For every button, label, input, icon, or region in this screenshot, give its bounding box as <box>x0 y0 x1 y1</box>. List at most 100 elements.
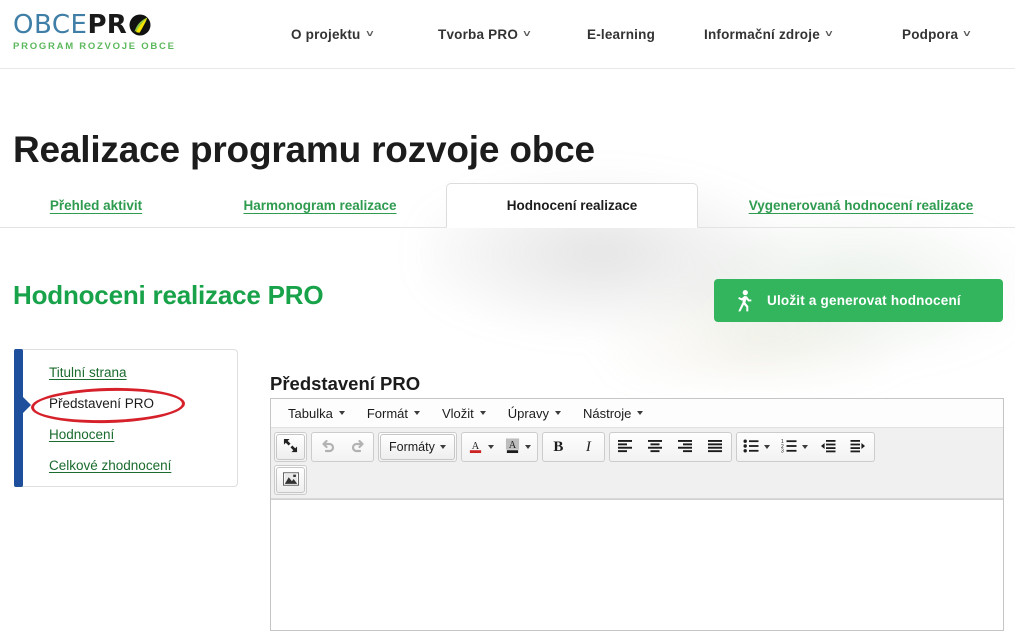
tab-prehled-aktivit[interactable]: Přehled aktivit <box>14 183 178 228</box>
background-color-button[interactable]: A <box>500 434 536 460</box>
formats-dropdown-button[interactable]: Formáty <box>380 434 455 460</box>
svg-text:3: 3 <box>781 448 784 452</box>
align-center-icon <box>647 439 663 456</box>
menu-format[interactable]: Formát <box>358 402 429 425</box>
menu-upravy[interactable]: Úpravy <box>499 402 570 425</box>
numbered-list-button[interactable]: 1 2 3 <box>776 434 813 460</box>
nav-item-o-projektu[interactable]: O projektu ˅ <box>291 27 373 42</box>
nav-item-podpora[interactable]: Podpora ˅ <box>902 27 971 42</box>
rich-text-editor: Tabulka Formát Vložit Úpravy Nástroje Fo… <box>270 398 1004 631</box>
menu-vlozit[interactable]: Vložit <box>433 402 495 425</box>
logo-wordmark: OBCE PR <box>13 10 193 40</box>
toolbar-row-2 <box>274 465 1000 495</box>
undo-icon <box>320 438 336 457</box>
sidebar-progress-rail <box>14 349 23 487</box>
chevron-down-icon: ˅ <box>523 28 531 40</box>
logo-text-pro: PR <box>87 10 127 40</box>
chevron-down-icon <box>801 445 808 449</box>
nav-label: O projektu <box>291 27 361 42</box>
outdent-icon <box>820 439 836 456</box>
chevron-down-icon <box>439 445 446 449</box>
sidebar-item-label: Titulní strana <box>49 365 127 380</box>
undo-button[interactable] <box>313 434 342 460</box>
chevron-down-icon <box>413 411 420 415</box>
toolbar-group-colors: A A <box>460 432 538 462</box>
menu-label: Nástroje <box>582 405 632 421</box>
chevron-down-icon <box>487 445 494 449</box>
sidebar-list: Titulní strana Představení PRO Hodnocení… <box>49 357 171 481</box>
tab-label: Hodnocení realizace <box>506 198 638 213</box>
logo-text-obce: OBCE <box>13 10 88 40</box>
align-right-button[interactable] <box>671 434 700 460</box>
align-center-button[interactable] <box>641 434 670 460</box>
background-color-icon: A <box>505 438 520 457</box>
section-title: Hodnoceni realizace PRO <box>13 279 324 310</box>
menu-label: Úpravy <box>507 405 549 421</box>
toolbar-group-alignment <box>608 432 732 462</box>
toolbar-group-fullscreen <box>274 432 307 462</box>
redo-icon <box>350 438 366 457</box>
italic-button[interactable]: I <box>574 434 603 460</box>
fullscreen-button[interactable] <box>276 434 305 460</box>
menu-nastroje[interactable]: Nástroje <box>574 402 652 425</box>
tab-hodnoceni-realizace[interactable]: Hodnocení realizace <box>446 183 698 228</box>
logo-tagline: PROGRAM ROZVOJE OBCE <box>13 41 176 52</box>
redo-button[interactable] <box>343 434 372 460</box>
text-color-icon: A <box>468 438 483 457</box>
nav-label: Podpora <box>902 27 959 42</box>
tab-label: Vygenerovaná hodnocení realizace <box>748 198 974 213</box>
sidebar-item-titulni-strana[interactable]: Titulní strana <box>49 357 171 388</box>
nav-item-informacni-zdroje[interactable]: Informační zdroje ˅ <box>704 27 832 42</box>
indent-button[interactable] <box>844 434 873 460</box>
chevron-down-icon: ˅ <box>365 28 374 40</box>
align-left-button[interactable] <box>611 434 640 460</box>
save-and-generate-evaluation-button[interactable]: Uložit a generovat hodnocení <box>714 279 1003 322</box>
formats-label: Formáty <box>389 440 435 454</box>
site-logo[interactable]: OBCE PR PROGRAM ROZVOJE OBCE <box>13 10 193 52</box>
chevron-down-icon <box>524 445 531 449</box>
tab-harmonogram-realizace[interactable]: Harmonogram realizace <box>208 183 432 228</box>
toolbar-group-lists: 1 2 3 <box>735 432 875 462</box>
sidebar-item-predstaveni-pro[interactable]: Představení PRO <box>49 388 171 419</box>
nav-label: Tvorba PRO <box>438 27 519 42</box>
sidebar-item-label: Hodnocení <box>49 427 115 442</box>
bullet-list-icon <box>743 439 759 456</box>
numbered-list-icon: 1 2 3 <box>781 439 797 456</box>
sidebar-item-label: Celkové zhodnocení <box>49 458 172 473</box>
bullet-list-button[interactable] <box>738 434 775 460</box>
tab-label: Přehled aktivit <box>49 198 143 213</box>
page-title: Realizace programu rozvoje obce <box>13 128 595 170</box>
bold-button[interactable]: B <box>544 434 573 460</box>
fullscreen-icon <box>283 438 298 456</box>
insert-image-icon <box>282 471 299 489</box>
tab-bar: Přehled aktivit Harmonogram realizace Ho… <box>0 183 1015 228</box>
nav-label: Informační zdroje <box>704 27 820 42</box>
editor-section-heading: Představení PRO <box>270 373 421 394</box>
chevron-down-icon: ˅ <box>963 28 971 40</box>
logo-leaf-circle-icon <box>128 13 152 37</box>
bold-icon: B <box>553 438 564 455</box>
insert-image-button[interactable] <box>276 467 305 493</box>
tab-vygenerovana-hodnoceni-realizace[interactable]: Vygenerovaná hodnocení realizace <box>722 183 1000 228</box>
sidebar-nav-box: Titulní strana Představení PRO Hodnocení… <box>14 349 238 487</box>
tab-label: Harmonogram realizace <box>243 198 397 213</box>
menu-tabulka[interactable]: Tabulka <box>279 402 354 425</box>
nav-item-tvorba-pro[interactable]: Tvorba PRO ˅ <box>438 27 531 42</box>
save-button-label: Uložit a generovat hodnocení <box>767 293 961 308</box>
toolbar-group-insert <box>274 465 307 495</box>
sidebar-item-hodnoceni[interactable]: Hodnocení <box>49 419 171 450</box>
align-left-icon <box>617 439 633 456</box>
align-justify-button[interactable] <box>701 434 730 460</box>
toolbar-group-formats: Formáty <box>378 432 457 462</box>
editor-content-area[interactable] <box>271 499 1003 630</box>
chevron-down-icon <box>554 411 561 415</box>
outdent-button[interactable] <box>814 434 843 460</box>
sidebar-item-celkove-zhodnoceni[interactable]: Celkové zhodnocení <box>49 450 171 481</box>
nav-item-e-learning[interactable]: E-learning <box>587 27 655 42</box>
svg-text:A: A <box>472 440 480 451</box>
chevron-down-icon <box>338 411 345 415</box>
chevron-down-icon <box>763 445 770 449</box>
text-color-button[interactable]: A <box>463 434 499 460</box>
toolbar-group-style: B I <box>541 432 605 462</box>
menu-label: Vložit <box>441 405 474 421</box>
